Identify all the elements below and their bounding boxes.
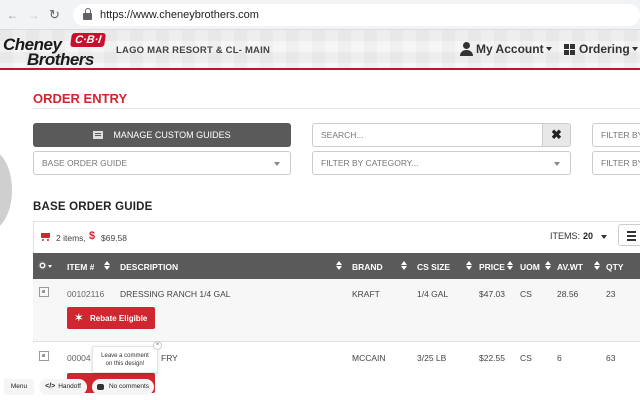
- app-header: Cheney C·B·I Brothers LAGO MAR RESORT & …: [0, 30, 640, 70]
- ordering-label: Ordering: [579, 42, 630, 56]
- cheney-brothers-logo[interactable]: Cheney C·B·I Brothers: [3, 33, 108, 69]
- item-price: $22.55: [479, 353, 505, 363]
- rebate-label: Rebate Eligible: [90, 313, 148, 323]
- item-brand: KRAFT: [352, 289, 380, 299]
- manage-custom-guides-button[interactable]: MANAGE CUSTOM GUIDES: [33, 123, 291, 147]
- logo-word-2: Brothers: [27, 50, 94, 69]
- cart-total: $69.58: [101, 233, 127, 243]
- category-filter-value: FILTER BY CATEGORY...: [321, 158, 419, 168]
- item-uom: CS: [520, 353, 532, 363]
- item-description[interactable]: FRY: [161, 353, 178, 363]
- col-price[interactable]: PRICE: [479, 262, 505, 272]
- item-brand: MCCAIN: [352, 353, 386, 363]
- item-av-wt: 6: [557, 353, 562, 363]
- code-icon: </>: [45, 383, 56, 390]
- chevron-down-icon: [631, 47, 638, 51]
- user-icon: [460, 42, 473, 56]
- items-per-page-select[interactable]: 20: [583, 231, 593, 241]
- guide-select-value: BASE ORDER GUIDE: [42, 158, 128, 168]
- item-uom: CS: [520, 289, 532, 299]
- rebate-eligible-button[interactable]: ✶ Rebate Eligible: [67, 307, 155, 329]
- lock-icon: [83, 7, 92, 20]
- gear-icon[interactable]: [38, 261, 47, 270]
- url-text: https://www.cheneybrothers.com: [100, 8, 259, 21]
- col-description[interactable]: DESCRIPTION: [120, 262, 178, 272]
- col-item[interactable]: ITEM #: [67, 262, 94, 272]
- section-title: BASE ORDER GUIDE: [33, 201, 153, 213]
- dollar-icon: $: [89, 230, 96, 242]
- handoff-button[interactable]: </> Handoff: [39, 378, 87, 395]
- page-title: ORDER ENTRY: [33, 91, 128, 106]
- col-brand[interactable]: BRAND: [352, 262, 383, 272]
- handoff-label: Handoff: [58, 383, 81, 390]
- filter-label: FILTER BY: [601, 130, 640, 140]
- barcode-icon[interactable]: [39, 351, 49, 361]
- address-bar[interactable]: https://www.cheneybrothers.com: [73, 3, 640, 26]
- chevron-down-icon[interactable]: [601, 235, 607, 239]
- filter-dropdown-1[interactable]: FILTER BY: [592, 123, 640, 147]
- chevron-down-icon: [274, 162, 280, 166]
- clear-search-button[interactable]: ✖: [542, 123, 571, 147]
- chevron-down-icon: [545, 47, 552, 51]
- my-account-menu[interactable]: My Account: [460, 42, 552, 56]
- grid-icon: [564, 43, 575, 55]
- item-qty[interactable]: 23: [606, 289, 615, 299]
- back-arrow-icon[interactable]: ←: [4, 8, 21, 22]
- col-cs-size[interactable]: CS SIZE: [417, 262, 450, 272]
- col-uom[interactable]: UOM: [520, 262, 540, 272]
- items-per-page-label: ITEMS:: [550, 231, 581, 241]
- item-number[interactable]: 00004: [67, 353, 91, 363]
- item-av-wt: 28.56: [557, 289, 579, 299]
- ordering-menu[interactable]: Ordering: [564, 42, 638, 56]
- comments-label: No comments: [108, 383, 150, 390]
- guide-icon: [93, 131, 104, 139]
- cart-item-count: 2 items,: [56, 233, 86, 243]
- forward-arrow-icon[interactable]: →: [25, 8, 42, 22]
- item-number[interactable]: 00102116: [67, 289, 104, 299]
- item-qty[interactable]: 63: [606, 353, 615, 363]
- comment-tooltip: Leave a comment on this design!: [92, 346, 158, 373]
- cart-icon: [40, 232, 51, 242]
- close-icon: ✖: [551, 127, 562, 142]
- list-view-button[interactable]: [618, 224, 640, 246]
- barcode-icon[interactable]: [39, 287, 49, 297]
- chevron-down-icon[interactable]: [48, 265, 52, 268]
- side-decoration: [0, 150, 12, 230]
- category-filter-select[interactable]: FILTER BY CATEGORY...: [312, 151, 571, 175]
- comments-button[interactable]: No comments: [92, 378, 154, 395]
- tooltip-line-2: on this design!: [105, 361, 145, 367]
- table-row[interactable]: 00102116 DRESSING RANCH 1/4 GAL KRAFT 1/…: [33, 279, 640, 342]
- search-input[interactable]: SEARCH...: [312, 123, 542, 147]
- logo-badge: C·B·I: [70, 33, 107, 47]
- col-qty[interactable]: QTY: [606, 262, 623, 272]
- design-toolbar: Menu </> Handoff No comments: [0, 378, 154, 395]
- filter-dropdown-2[interactable]: FILTER BY: [592, 151, 640, 175]
- item-price: $47.03: [479, 289, 505, 299]
- star-burst-icon: ✶: [74, 312, 84, 324]
- close-icon[interactable]: ×: [153, 341, 162, 350]
- reload-icon[interactable]: ↻: [46, 7, 63, 23]
- table-header: ITEM # DESCRIPTION BRAND CS SIZE PRICE U…: [33, 253, 640, 279]
- divider: [33, 108, 640, 109]
- item-description[interactable]: DRESSING RANCH 1/4 GAL: [120, 289, 231, 299]
- item-cs-size: 1/4 GAL: [417, 289, 449, 299]
- tooltip-line-1: Leave a comment: [101, 353, 149, 359]
- browser-toolbar: ← → ↻ https://www.cheneybrothers.com: [0, 0, 640, 30]
- chevron-down-icon: [554, 162, 560, 166]
- guide-select[interactable]: BASE ORDER GUIDE: [33, 151, 291, 175]
- location-name: LAGO MAR RESORT & CL- MAIN: [116, 45, 271, 56]
- comment-bubble-icon: [96, 383, 104, 390]
- col-av-wt[interactable]: AV.WT: [557, 262, 583, 272]
- item-cs-size: 3/25 LB: [417, 353, 447, 363]
- filter-label: FILTER BY: [601, 158, 640, 168]
- menu-button[interactable]: Menu: [4, 378, 34, 395]
- manage-custom-guides-label: MANAGE CUSTOM GUIDES: [113, 130, 231, 140]
- my-account-label: My Account: [476, 42, 544, 56]
